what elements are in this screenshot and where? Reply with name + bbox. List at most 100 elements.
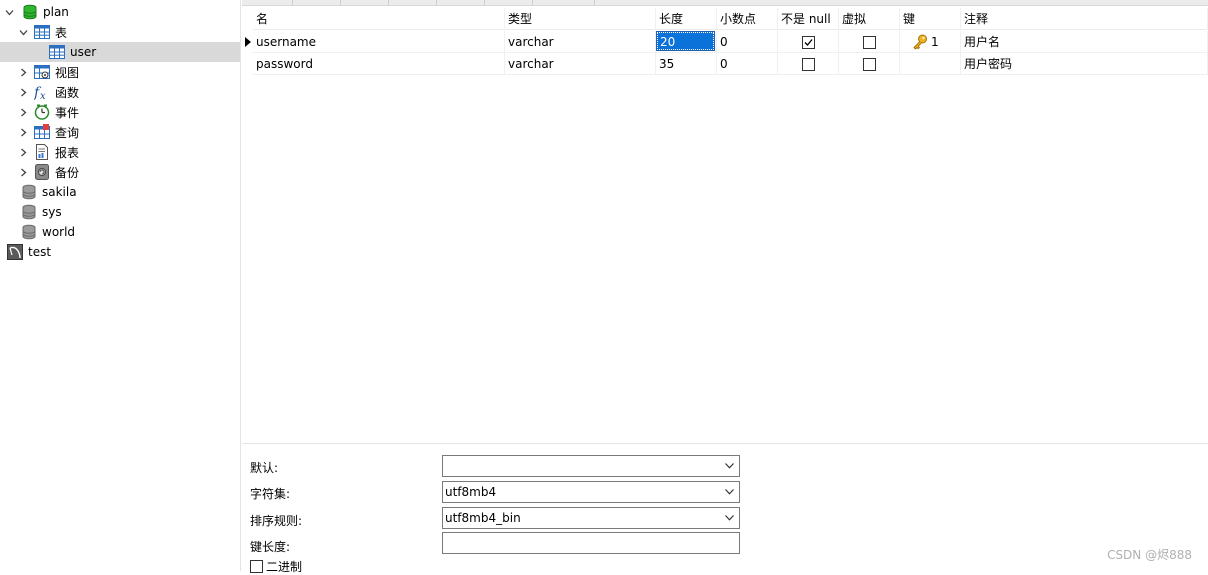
cell-decimals[interactable]: 0 — [717, 31, 778, 53]
tab[interactable] — [436, 0, 485, 5]
database-icon — [21, 184, 37, 200]
cell-type[interactable]: varchar — [505, 53, 656, 75]
chevron-down-icon[interactable] — [723, 508, 735, 528]
report-icon — [34, 144, 50, 160]
header-decimals[interactable]: 小数点 — [717, 8, 778, 30]
table-row[interactable]: username varchar 20 0 1 用户名 — [242, 31, 1208, 53]
table-row[interactable]: password varchar 35 0 用户密码 — [242, 53, 1208, 75]
tree-item-test-connection[interactable]: test — [0, 242, 240, 262]
cell-comment[interactable]: 用户名 — [961, 31, 1208, 53]
cell-length[interactable]: 35 — [656, 53, 717, 75]
binary-label: 二进制 — [266, 560, 303, 574]
primary-key-icon — [912, 34, 928, 50]
function-icon: f x — [33, 84, 50, 102]
charset-label: 字符集: — [250, 487, 291, 501]
tab[interactable] — [340, 0, 389, 5]
tree-item-functions[interactable]: f x 函数 — [0, 82, 240, 102]
tree-item-label: 表 — [55, 25, 68, 40]
default-label: 默认: — [250, 461, 279, 475]
chevron-right-icon[interactable] — [18, 82, 28, 102]
svg-text:x: x — [40, 91, 46, 100]
cell-not-null[interactable] — [778, 31, 839, 53]
collation-value: utf8mb4_bin — [445, 511, 521, 525]
connection-icon — [7, 244, 23, 260]
header-length[interactable]: 长度 — [656, 8, 717, 30]
tree-item-label: sys — [42, 205, 62, 219]
tab-strip — [242, 0, 1208, 6]
cell-length-editor[interactable]: 20 — [656, 31, 715, 51]
tree-item-sakila[interactable]: sakila — [0, 182, 240, 202]
tab[interactable] — [532, 0, 595, 5]
tree-item-events[interactable]: 事件 — [0, 102, 240, 122]
chevron-down-icon[interactable] — [723, 482, 735, 502]
tree-item-label: sakila — [42, 185, 77, 199]
tree-item-backups[interactable]: 备份 — [0, 162, 240, 182]
charset-value: utf8mb4 — [445, 485, 497, 499]
tree-item-user-table[interactable]: user — [0, 42, 240, 62]
chevron-right-icon[interactable] — [18, 162, 28, 182]
database-open-icon — [22, 4, 38, 20]
tree-item-queries[interactable]: 查询 — [0, 122, 240, 142]
header-not-null[interactable]: 不是 null — [778, 8, 839, 30]
key-length-input[interactable] — [442, 532, 740, 554]
default-combobox[interactable] — [442, 455, 740, 477]
cell-key[interactable] — [900, 53, 961, 75]
query-icon — [34, 124, 50, 140]
tree-item-reports[interactable]: 报表 — [0, 142, 240, 162]
tree-item-tables[interactable]: 表 — [0, 22, 240, 42]
fields-grid[interactable]: 名 类型 长度 小数点 不是 null 虚拟 键 注释 username var… — [242, 8, 1208, 443]
view-icon — [34, 64, 50, 80]
database-icon — [21, 204, 37, 220]
not-null-checkbox[interactable] — [802, 58, 815, 71]
table-group-icon — [34, 24, 50, 40]
tab[interactable] — [484, 0, 533, 5]
virtual-checkbox[interactable] — [863, 36, 876, 49]
virtual-checkbox[interactable] — [863, 58, 876, 71]
grid-header-row: 名 类型 长度 小数点 不是 null 虚拟 键 注释 — [242, 8, 1208, 30]
cell-virtual[interactable] — [839, 31, 900, 53]
header-key[interactable]: 键 — [900, 8, 961, 30]
tab[interactable] — [242, 0, 293, 5]
tree-item-label: world — [42, 225, 76, 239]
key-order: 1 — [931, 35, 939, 49]
table-icon — [49, 44, 65, 60]
header-type[interactable]: 类型 — [505, 8, 656, 30]
header-virtual[interactable]: 虚拟 — [839, 8, 900, 30]
cell-virtual[interactable] — [839, 53, 900, 75]
chevron-right-icon[interactable] — [18, 62, 28, 82]
header-comment[interactable]: 注释 — [961, 8, 1208, 30]
header-name[interactable]: 名 — [253, 8, 505, 30]
cell-name[interactable]: password — [253, 53, 505, 75]
collation-select[interactable]: utf8mb4_bin — [442, 507, 740, 529]
tree-item-world[interactable]: world — [0, 222, 240, 242]
chevron-down-icon[interactable] — [18, 22, 28, 42]
tree-item-plan[interactable]: plan — [0, 2, 240, 22]
field-properties-panel: 默认: 字符集: utf8mb4 排序规则: utf8mb4_bin 键长度: … — [242, 444, 1208, 574]
chevron-right-icon[interactable] — [18, 102, 28, 122]
chevron-down-icon[interactable] — [723, 456, 735, 476]
tree-item-views[interactable]: 视图 — [0, 62, 240, 82]
chevron-right-icon[interactable] — [18, 122, 28, 142]
cell-comment[interactable]: 用户密码 — [961, 53, 1208, 75]
tab[interactable] — [388, 0, 437, 5]
database-icon — [21, 224, 37, 240]
cell-type[interactable]: varchar — [505, 31, 656, 53]
tree-item-label: user — [70, 45, 97, 59]
tree-item-label: 视图 — [55, 65, 80, 80]
binary-checkbox[interactable] — [250, 560, 263, 573]
cell-key[interactable]: 1 — [900, 31, 961, 53]
cell-length[interactable]: 20 — [656, 31, 717, 53]
watermark: CSDN @烬888 — [1107, 548, 1192, 562]
tree-item-label: test — [28, 245, 52, 259]
cell-decimals[interactable]: 0 — [717, 53, 778, 75]
cell-name[interactable]: username — [253, 31, 505, 53]
charset-select[interactable]: utf8mb4 — [442, 481, 740, 503]
chevron-down-icon[interactable] — [4, 2, 14, 22]
tree-item-sys[interactable]: sys — [0, 202, 240, 222]
tab[interactable] — [292, 0, 341, 5]
chevron-right-icon[interactable] — [18, 142, 28, 162]
not-null-checkbox[interactable] — [802, 36, 815, 49]
cell-not-null[interactable] — [778, 53, 839, 75]
navigator-tree[interactable]: plan 表 user 视图 f x 函数 事件 查询 报表 备份 sakila… — [0, 0, 241, 571]
tree-item-label: 备份 — [55, 165, 80, 180]
